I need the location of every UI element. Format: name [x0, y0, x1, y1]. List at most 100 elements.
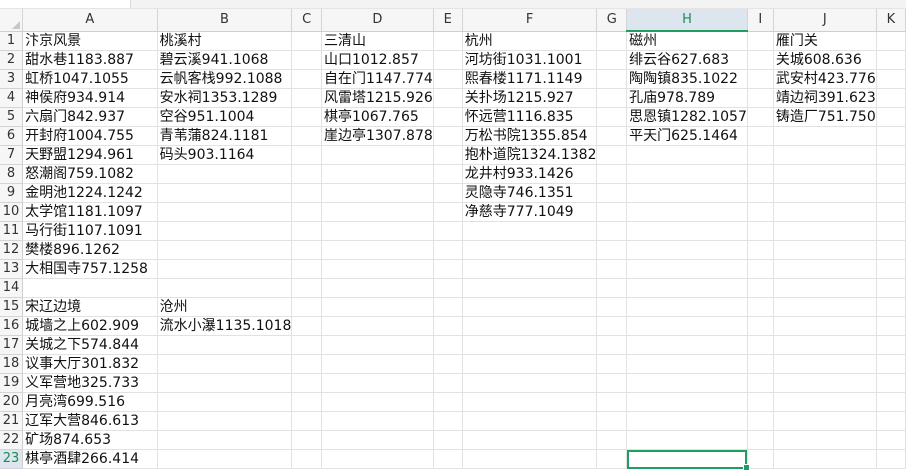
cell-d11[interactable] [321, 221, 434, 241]
column-header-e[interactable]: E [433, 9, 463, 32]
cell-b13[interactable] [157, 259, 293, 279]
cell-b12[interactable] [157, 240, 293, 260]
cell-i14[interactable] [747, 278, 774, 298]
cell-k20[interactable] [876, 392, 906, 412]
row-header-21[interactable]: 21 [0, 411, 24, 431]
cell-i21[interactable] [747, 411, 774, 431]
cell-h8[interactable] [626, 164, 748, 184]
cell-j13[interactable] [773, 259, 877, 279]
cell-c18[interactable] [291, 354, 322, 374]
cell-e12[interactable] [433, 240, 463, 260]
cell-i17[interactable] [747, 335, 774, 355]
cell-g19[interactable] [596, 373, 628, 393]
cell-j6[interactable] [773, 126, 877, 146]
row-header-1[interactable]: 1 [0, 31, 24, 51]
cell-b19[interactable] [157, 373, 293, 393]
cell-a8[interactable]: 怒潮阁759.1082 [22, 164, 158, 184]
row-header-3[interactable]: 3 [0, 69, 24, 89]
cell-b1[interactable]: 桃溪村 [157, 31, 293, 51]
cell-e14[interactable] [433, 278, 463, 298]
cell-d12[interactable] [321, 240, 434, 260]
cell-i19[interactable] [747, 373, 774, 393]
row-header-18[interactable]: 18 [0, 354, 24, 374]
cell-f2[interactable]: 河坊街1031.1001 [462, 50, 598, 70]
cell-g6[interactable] [596, 126, 628, 146]
cell-i2[interactable] [747, 50, 774, 70]
cell-c9[interactable] [291, 183, 322, 203]
cell-g4[interactable] [596, 88, 628, 108]
column-header-f[interactable]: F [462, 9, 598, 32]
cell-k3[interactable] [876, 69, 906, 89]
cell-f19[interactable] [462, 373, 598, 393]
cell-f6[interactable]: 万松书院1355.854 [462, 126, 598, 146]
row-header-10[interactable]: 10 [0, 202, 24, 222]
cell-b6[interactable]: 青苇蒲824.1181 [157, 126, 293, 146]
cell-j23[interactable] [773, 449, 877, 469]
cell-e17[interactable] [433, 335, 463, 355]
cell-g16[interactable] [596, 316, 628, 336]
cell-g14[interactable] [596, 278, 628, 298]
cell-i5[interactable] [747, 107, 774, 127]
row-header-8[interactable]: 8 [0, 164, 24, 184]
cell-h20[interactable] [626, 392, 748, 412]
cell-d2[interactable]: 山口1012.857 [321, 50, 434, 70]
cell-b9[interactable] [157, 183, 293, 203]
cell-k23[interactable] [876, 449, 906, 469]
cell-c21[interactable] [291, 411, 322, 431]
cell-k5[interactable] [876, 107, 906, 127]
cell-b16[interactable]: 流水小瀑1135.1018 [157, 316, 293, 336]
cell-d18[interactable] [321, 354, 434, 374]
cell-f18[interactable] [462, 354, 598, 374]
row-header-11[interactable]: 11 [0, 221, 24, 241]
cell-h14[interactable] [626, 278, 748, 298]
cell-k17[interactable] [876, 335, 906, 355]
cell-g5[interactable] [596, 107, 628, 127]
cell-f21[interactable] [462, 411, 598, 431]
column-header-h[interactable]: H [626, 9, 748, 32]
cell-h5[interactable]: 思恩镇1282.1057 [626, 107, 748, 127]
cell-k13[interactable] [876, 259, 906, 279]
cell-b15[interactable]: 沧州 [157, 297, 293, 317]
column-header-g[interactable]: G [596, 9, 628, 32]
cell-c17[interactable] [291, 335, 322, 355]
cell-c5[interactable] [291, 107, 322, 127]
sheet-tab-fragment[interactable] [0, 0, 131, 8]
cell-e22[interactable] [433, 430, 463, 450]
cell-h3[interactable]: 陶陶镇835.1022 [626, 69, 748, 89]
cell-k15[interactable] [876, 297, 906, 317]
cell-j18[interactable] [773, 354, 877, 374]
column-header-i[interactable]: I [747, 9, 774, 32]
cell-c23[interactable] [291, 449, 322, 469]
column-header-j[interactable]: J [773, 9, 877, 32]
cell-e7[interactable] [433, 145, 463, 165]
cell-h4[interactable]: 孔庙978.789 [626, 88, 748, 108]
cell-c2[interactable] [291, 50, 322, 70]
cell-e2[interactable] [433, 50, 463, 70]
cell-f10[interactable]: 净慈寺777.1049 [462, 202, 598, 222]
cell-h21[interactable] [626, 411, 748, 431]
cell-g2[interactable] [596, 50, 628, 70]
cell-a7[interactable]: 天野盟1294.961 [22, 145, 158, 165]
cell-h17[interactable] [626, 335, 748, 355]
cell-g22[interactable] [596, 430, 628, 450]
cell-a15[interactable]: 宋辽边境 [22, 297, 158, 317]
cell-g23[interactable] [596, 449, 628, 469]
cell-j17[interactable] [773, 335, 877, 355]
cell-k21[interactable] [876, 411, 906, 431]
column-header-b[interactable]: B [157, 9, 293, 32]
row-header-2[interactable]: 2 [0, 50, 24, 70]
cell-d14[interactable] [321, 278, 434, 298]
cell-f20[interactable] [462, 392, 598, 412]
cell-c7[interactable] [291, 145, 322, 165]
cell-c11[interactable] [291, 221, 322, 241]
row-header-13[interactable]: 13 [0, 259, 24, 279]
active-cell-h23[interactable] [626, 449, 750, 471]
cell-c12[interactable] [291, 240, 322, 260]
cell-a9[interactable]: 金明池1224.1242 [22, 183, 158, 203]
cell-j9[interactable] [773, 183, 877, 203]
cell-g17[interactable] [596, 335, 628, 355]
cell-b20[interactable] [157, 392, 293, 412]
cell-j10[interactable] [773, 202, 877, 222]
cell-j15[interactable] [773, 297, 877, 317]
cell-i1[interactable] [747, 31, 774, 51]
